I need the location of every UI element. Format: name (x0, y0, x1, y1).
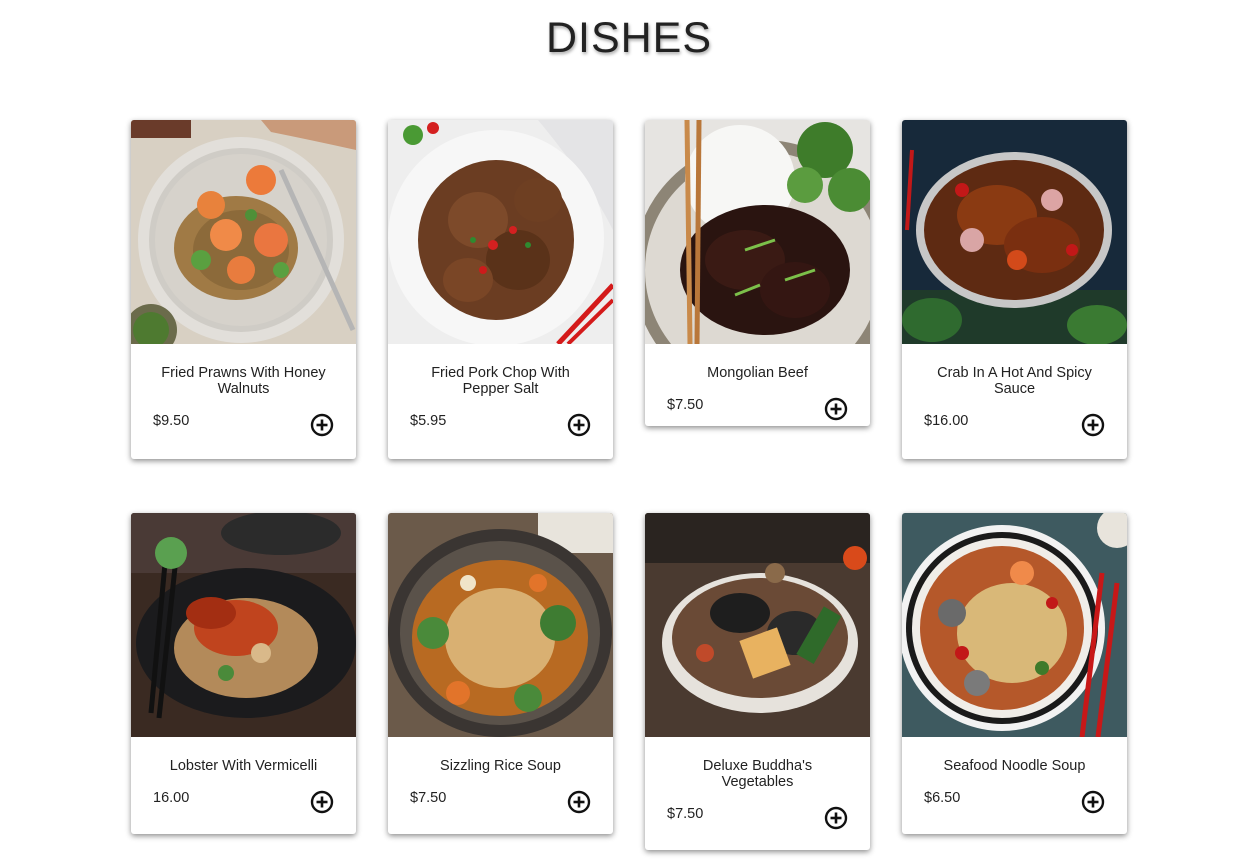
plus-circle-icon (567, 790, 591, 814)
add-to-cart-button[interactable] (567, 413, 591, 437)
dish-card[interactable]: Fried Pork Chop With Pepper Salt $5.95 (388, 120, 613, 459)
card-body: Fried Pork Chop With Pepper Salt $5.95 (388, 344, 613, 459)
card-body: Sizzling Rice Soup $7.50 (388, 737, 613, 834)
add-to-cart-button[interactable] (1081, 413, 1105, 437)
dish-price: $7.50 (410, 790, 447, 806)
dish-image[interactable] (645, 120, 870, 344)
dish-name: Deluxe Buddha's Vegetables (702, 758, 813, 790)
dish-image[interactable] (131, 513, 356, 737)
page-title: DISHES (545, 14, 713, 62)
dish-name: Crab In A Hot And Spicy Sauce (937, 365, 1092, 397)
dish-name: Seafood Noodle Soup (943, 758, 1086, 774)
dish-price: $7.50 (667, 397, 704, 413)
plus-circle-icon (824, 806, 848, 830)
dish-card[interactable]: Lobster With Vermicelli 16.00 (131, 513, 356, 834)
add-to-cart-button[interactable] (824, 806, 848, 830)
dish-card[interactable]: Sizzling Rice Soup $7.50 (388, 513, 613, 834)
dish-image[interactable] (131, 120, 356, 344)
dish-name: Sizzling Rice Soup (440, 758, 561, 774)
dish-footer: $7.50 (657, 381, 858, 426)
dish-price: $5.95 (410, 413, 447, 429)
dish-price: 16.00 (153, 790, 190, 806)
plus-circle-icon (824, 397, 848, 421)
plus-circle-icon (310, 413, 334, 437)
dishes-page: DISHES Fried Prawns With Honey Walnuts $… (0, 0, 1255, 868)
dish-footer: $7.50 (657, 790, 858, 850)
card-body: Mongolian Beef $7.50 (645, 344, 870, 426)
dish-card[interactable]: Mongolian Beef $7.50 (645, 120, 870, 426)
card-body: Crab In A Hot And Spicy Sauce $16.00 (902, 344, 1127, 459)
add-to-cart-button[interactable] (1081, 790, 1105, 814)
card-body: Deluxe Buddha's Vegetables $7.50 (645, 737, 870, 850)
plus-circle-icon (1081, 790, 1105, 814)
dish-price: $6.50 (924, 790, 961, 806)
card-body: Seafood Noodle Soup $6.50 (902, 737, 1127, 834)
dish-footer: 16.00 (143, 774, 344, 834)
dish-name: Lobster With Vermicelli (169, 758, 318, 774)
dish-price: $16.00 (924, 413, 969, 429)
card-body: Fried Prawns With Honey Walnuts $9.50 (131, 344, 356, 459)
dish-card[interactable]: Seafood Noodle Soup $6.50 (902, 513, 1127, 834)
dish-card[interactable]: Fried Prawns With Honey Walnuts $9.50 (131, 120, 356, 459)
dish-footer: $6.50 (914, 774, 1115, 834)
dish-grid: Fried Prawns With Honey Walnuts $9.50 Fr… (131, 120, 1127, 850)
plus-circle-icon (1081, 413, 1105, 437)
dish-footer: $7.50 (400, 774, 601, 834)
dish-image[interactable] (645, 513, 870, 737)
dish-footer: $9.50 (143, 397, 344, 459)
add-to-cart-button[interactable] (567, 790, 591, 814)
dish-price: $7.50 (667, 806, 704, 822)
dish-image[interactable] (902, 120, 1127, 344)
add-to-cart-button[interactable] (310, 413, 334, 437)
add-to-cart-button[interactable] (824, 397, 848, 421)
dish-footer: $5.95 (400, 397, 601, 459)
plus-circle-icon (310, 790, 334, 814)
card-body: Lobster With Vermicelli 16.00 (131, 737, 356, 834)
dish-image[interactable] (388, 513, 613, 737)
dish-name: Mongolian Beef (707, 365, 808, 381)
dish-footer: $16.00 (914, 397, 1115, 459)
dish-name: Fried Prawns With Honey Walnuts (161, 365, 326, 397)
plus-circle-icon (567, 413, 591, 437)
dish-card[interactable]: Crab In A Hot And Spicy Sauce $16.00 (902, 120, 1127, 459)
dish-image[interactable] (388, 120, 613, 344)
dish-image[interactable] (902, 513, 1127, 737)
add-to-cart-button[interactable] (310, 790, 334, 814)
dish-card[interactable]: Deluxe Buddha's Vegetables $7.50 (645, 513, 870, 850)
dish-price: $9.50 (153, 413, 190, 429)
dish-name: Fried Pork Chop With Pepper Salt (431, 365, 570, 397)
